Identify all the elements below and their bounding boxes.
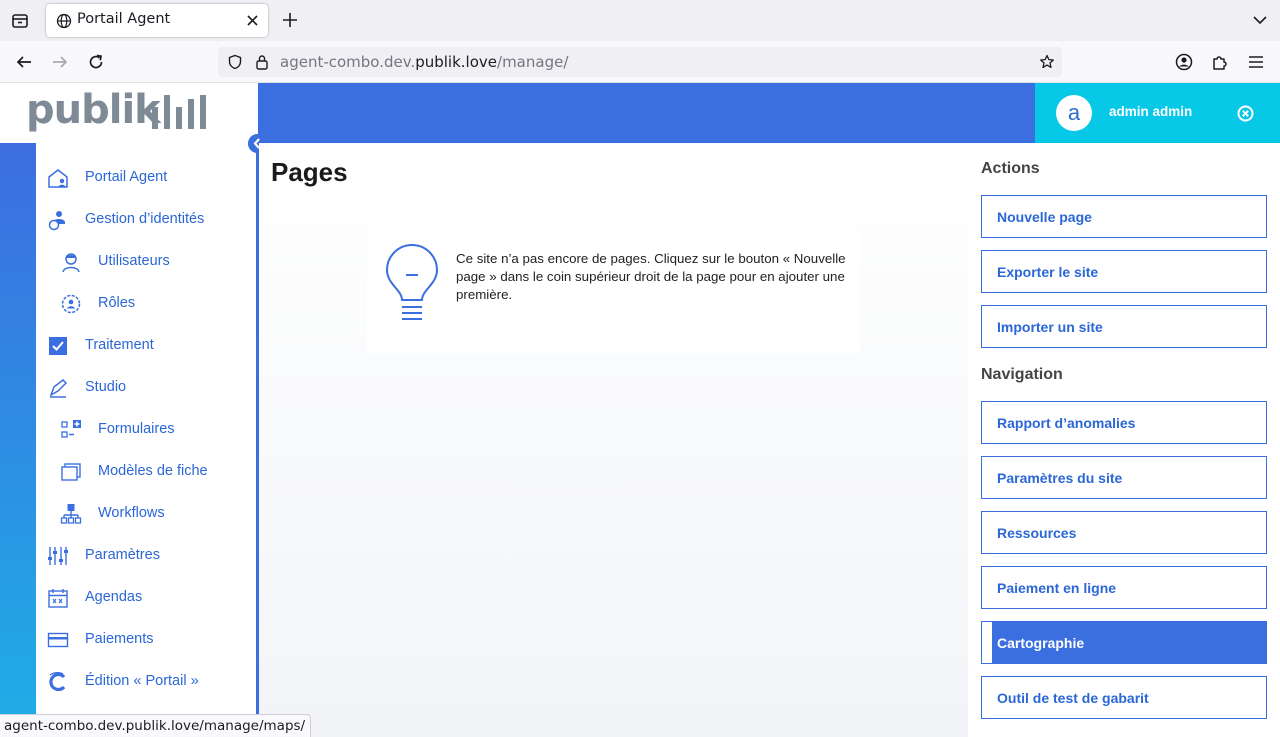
import-site-button[interactable]: Importer un site — [981, 305, 1267, 348]
sidebar-item-label: Gestion d’identités — [85, 211, 205, 227]
button-label: Rapport d’anomalies — [997, 415, 1136, 431]
logout-icon[interactable] — [1237, 105, 1254, 122]
avatar[interactable]: a — [1056, 95, 1092, 131]
browser-tab-bar: Portail Agent — [0, 0, 1280, 41]
forward-arrow-icon — [53, 56, 68, 68]
sidebar-item-gestion-identites[interactable]: Gestion d’identités — [36, 200, 256, 238]
actions-heading: Actions — [981, 160, 1040, 177]
sidebar-item-label: Portail Agent — [85, 169, 168, 185]
new-page-button[interactable]: Nouvelle page — [981, 195, 1267, 238]
sidebar-item-paiements[interactable]: Paiements — [36, 620, 256, 658]
button-label: Paramètres du site — [997, 470, 1123, 486]
sidebar-item-utilisateurs[interactable]: Utilisateurs — [36, 242, 256, 280]
tab-list-icon[interactable] — [8, 9, 32, 33]
hamburger-menu-icon[interactable] — [1247, 53, 1265, 71]
workflow-icon — [60, 504, 82, 524]
new-tab-icon[interactable] — [280, 10, 300, 30]
cartography-button[interactable]: Cartographie — [981, 621, 1267, 664]
sidebar-item-label: Utilisateurs — [98, 253, 170, 269]
button-label: Paiement en ligne — [997, 580, 1117, 596]
sidebar-item-formulaires[interactable]: Formulaires — [36, 410, 256, 448]
studio-icon — [49, 379, 68, 398]
checkbox-icon — [49, 337, 67, 355]
page-title: Pages — [271, 157, 348, 187]
lightbulb-icon — [385, 244, 439, 320]
portal-edit-icon — [49, 672, 66, 692]
lock-icon[interactable] — [255, 54, 269, 70]
logo-bars-icon — [152, 95, 206, 129]
forms-icon — [61, 420, 81, 438]
actions-panel: Actions Nouvelle page Exporter le site I… — [968, 143, 1280, 737]
settings-sliders-icon — [48, 547, 68, 565]
sidebar-item-portail-agent[interactable]: Portail Agent — [36, 158, 256, 196]
bookmark-star-icon[interactable] — [1039, 54, 1055, 70]
url-prefix: agent-combo.dev. — [280, 53, 416, 71]
sidebar-item-roles[interactable]: Rôles — [36, 284, 256, 322]
sidebar-item-label: Paiements — [85, 631, 154, 647]
close-tab-icon[interactable] — [245, 13, 260, 28]
sidebar-item-modeles-fiche[interactable]: Modèles de fiche — [36, 452, 256, 490]
globe-icon — [56, 13, 72, 29]
address-bar[interactable]: agent-combo.dev.publik.love/manage/ — [218, 47, 1062, 77]
resources-button[interactable]: Ressources — [981, 511, 1267, 554]
export-site-button[interactable]: Exporter le site — [981, 250, 1267, 293]
info-text: Ce site n’a pas encore de pages. Cliquez… — [456, 251, 846, 302]
online-payment-button[interactable]: Paiement en ligne — [981, 566, 1267, 609]
link-preview-status: agent-combo.dev.publik.love/manage/maps/ — [0, 714, 312, 737]
user-name[interactable]: admin admin — [1109, 104, 1192, 119]
browser-nav-bar: agent-combo.dev.publik.love/manage/ — [0, 41, 1280, 83]
tab-title: Portail Agent — [77, 11, 171, 27]
sidebar-item-label: Traitement — [85, 337, 154, 353]
anomaly-report-button[interactable]: Rapport d’anomalies — [981, 401, 1267, 444]
role-icon — [61, 294, 81, 314]
calendar-icon — [48, 589, 68, 608]
main-content: Pages Ce site n’a pas encore de pages. C… — [259, 143, 968, 737]
sidebar-item-label: Formulaires — [98, 421, 175, 437]
template-test-tool-button[interactable]: Outil de test de gabarit — [981, 676, 1267, 719]
shield-icon[interactable] — [227, 54, 243, 70]
sidebar-item-traitement[interactable]: Traitement — [36, 326, 256, 364]
sidebar-item-label: Agendas — [85, 589, 143, 605]
sidebar-item-workflows[interactable]: Workflows — [36, 494, 256, 532]
extensions-icon[interactable] — [1211, 53, 1229, 71]
sidebar-stripe — [0, 143, 36, 737]
sidebar-item-label: Studio — [85, 379, 127, 395]
url-path: /manage/ — [497, 53, 569, 71]
site-settings-button[interactable]: Paramètres du site — [981, 456, 1267, 499]
button-label: Outil de test de gabarit — [997, 690, 1149, 706]
button-label: Nouvelle page — [997, 209, 1092, 225]
sidebar: Portail Agent Gestion d’identités Utilis… — [36, 143, 256, 737]
user-icon — [62, 253, 80, 273]
sidebar-item-agendas[interactable]: Agendas — [36, 578, 256, 616]
back-arrow-icon[interactable] — [15, 53, 33, 71]
sidebar-item-parametres[interactable]: Paramètres — [36, 536, 256, 574]
sidebar-item-label: Édition « Portail » — [85, 673, 199, 689]
logo-text: publik — [26, 87, 161, 133]
chevron-down-icon[interactable] — [1252, 12, 1268, 28]
reload-icon[interactable] — [87, 53, 105, 71]
url-host: publik.love — [415, 53, 498, 71]
app-header: publik a admin admin — [0, 83, 1280, 143]
sidebar-item-studio[interactable]: Studio — [36, 368, 256, 406]
account-icon[interactable] — [1175, 53, 1193, 71]
button-label: Ressources — [997, 525, 1077, 541]
sidebar-item-label: Rôles — [98, 295, 136, 311]
identity-icon — [48, 211, 65, 231]
button-label: Importer un site — [997, 319, 1103, 335]
browser-tab[interactable]: Portail Agent — [46, 4, 268, 37]
user-menu[interactable]: a admin admin — [1035, 83, 1280, 143]
sidebar-item-label: Paramètres — [85, 547, 160, 563]
sidebar-item-edition-portail[interactable]: Édition « Portail » — [36, 662, 256, 700]
navigation-heading: Navigation — [981, 366, 1063, 383]
button-label: Exporter le site — [997, 264, 1099, 280]
card-models-icon — [61, 463, 81, 481]
button-label: Cartographie — [997, 635, 1085, 651]
url-text[interactable]: agent-combo.dev.publik.love/manage/ — [280, 53, 568, 71]
sidebar-item-label: Workflows — [98, 505, 165, 521]
publik-logo[interactable]: publik — [0, 83, 258, 143]
info-message: Ce site n’a pas encore de pages. Cliquez… — [367, 230, 860, 353]
credit-card-icon — [47, 632, 69, 648]
home-agent-icon — [48, 169, 68, 188]
sidebar-item-label: Modèles de fiche — [98, 463, 208, 479]
